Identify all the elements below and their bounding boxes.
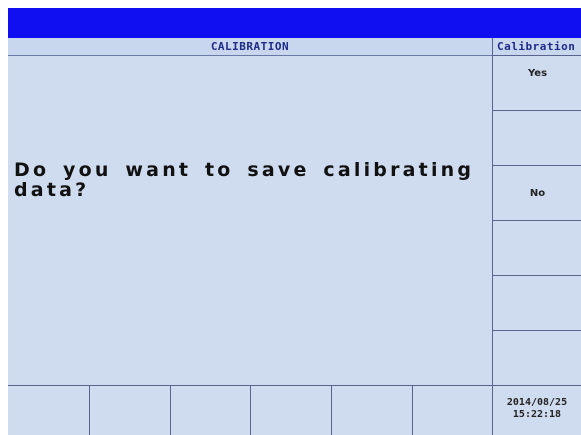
soft-key-6[interactable]	[493, 331, 581, 385]
function-key-1[interactable]	[8, 386, 90, 435]
function-key-3[interactable]	[171, 386, 251, 435]
page-title: CALIBRATION	[8, 38, 492, 56]
title-bar	[8, 8, 581, 38]
function-key-2[interactable]	[90, 386, 171, 435]
confirm-question: Do you want to save calibrating data?	[14, 159, 475, 201]
datetime-display: 2014/08/25 15:22:18	[492, 386, 581, 435]
soft-key-2[interactable]	[493, 111, 581, 166]
cnc-screen: CALIBRATION Do you want to save calibrat…	[8, 8, 581, 435]
time-text: 15:22:18	[512, 409, 562, 420]
no-button-label: No	[529, 188, 546, 199]
function-key-4[interactable]	[251, 386, 332, 435]
yes-button[interactable]: Yes	[493, 56, 581, 111]
date-text: 2014/08/25	[506, 397, 568, 408]
function-key-bar: 2014/08/25 15:22:18	[8, 385, 581, 435]
soft-key-panel: Calibration Yes No	[492, 38, 581, 385]
dialog-area: Do you want to save calibrating data?	[8, 56, 492, 385]
function-key-5[interactable]	[332, 386, 413, 435]
soft-key-panel-title: Calibration	[493, 38, 581, 56]
function-key-6[interactable]	[413, 386, 492, 435]
soft-key-4[interactable]	[493, 221, 581, 276]
yes-button-label: Yes	[527, 68, 548, 79]
soft-key-5[interactable]	[493, 276, 581, 331]
no-button[interactable]: No	[493, 166, 581, 221]
